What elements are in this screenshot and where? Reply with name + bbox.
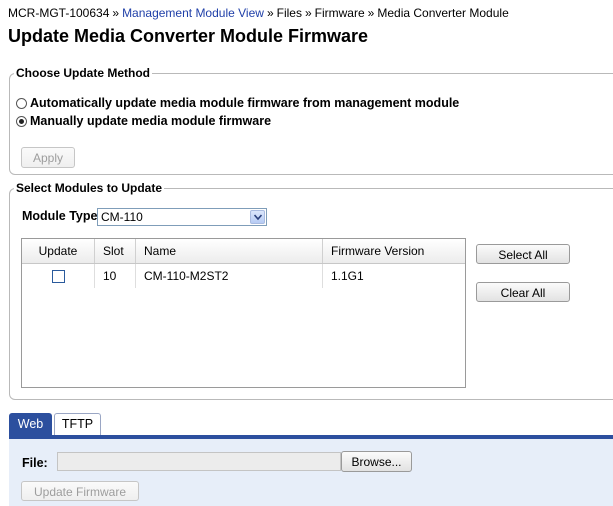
chevron-down-icon[interactable] <box>250 210 265 224</box>
breadcrumb-management-module-view-link[interactable]: Management Module View <box>122 6 264 20</box>
breadcrumb-firmware: Firmware <box>314 6 365 20</box>
breadcrumb-separator: » <box>266 6 274 20</box>
column-header-firmware-version[interactable]: Firmware Version <box>322 239 465 264</box>
breadcrumb-device: MCR-MGT-100634 <box>8 6 110 20</box>
page-title: Update Media Converter Module Firmware <box>8 26 369 46</box>
file-label: File: <box>22 456 48 470</box>
manual-update-option[interactable]: Manually update media module firmware <box>16 114 271 128</box>
auto-update-label: Automatically update media module firmwa… <box>30 96 460 110</box>
manual-update-radio[interactable] <box>16 115 27 127</box>
auto-update-option[interactable]: Automatically update media module firmwa… <box>16 96 459 110</box>
browse-button[interactable]: Browse... <box>341 451 412 472</box>
modules-legend: Select Modules to Update <box>16 181 163 195</box>
column-header-slot[interactable]: Slot <box>94 239 136 264</box>
tab-web[interactable]: Web <box>9 413 52 435</box>
clear-all-button[interactable]: Clear All <box>476 282 570 302</box>
select-all-button[interactable]: Select All <box>476 244 570 264</box>
table-header-row: Update Slot Name Firmware Version <box>22 239 465 264</box>
firmware-version-cell: 1.1G1 <box>331 269 364 283</box>
module-type-label: Module Type: <box>22 209 102 223</box>
name-cell: CM-110-M2ST2 <box>135 263 323 288</box>
manual-update-label: Manually update media module firmware <box>30 114 272 128</box>
modules-table: Update Slot Name Firmware Version 10 CM-… <box>21 238 466 388</box>
auto-update-radio[interactable] <box>16 97 27 109</box>
table-row: 10 CM-110-M2ST2 1.1G1 <box>22 263 465 288</box>
tab-tftp[interactable]: TFTP <box>54 413 101 435</box>
column-header-name[interactable]: Name <box>135 239 323 264</box>
apply-button[interactable]: Apply <box>21 147 75 168</box>
breadcrumb-files: Files <box>276 6 302 20</box>
breadcrumb: MCR-MGT-100634» Management Module View» Fi… <box>8 6 509 20</box>
breadcrumb-separator: » <box>112 6 120 20</box>
update-checkbox[interactable] <box>51 270 65 284</box>
module-type-value: CM-110 <box>101 210 143 224</box>
breadcrumb-separator: » <box>304 6 312 20</box>
column-header-update[interactable]: Update <box>22 239 95 264</box>
module-type-select[interactable]: CM-110 <box>97 208 267 226</box>
breadcrumb-media-converter-module: Media Converter Module <box>377 6 509 20</box>
update-cell <box>22 263 95 288</box>
file-path-input[interactable] <box>57 452 341 471</box>
update-method-legend: Choose Update Method <box>16 66 150 80</box>
breadcrumb-separator: » <box>367 6 375 20</box>
slot-cell: 10 <box>94 263 136 288</box>
update-firmware-button[interactable]: Update Firmware <box>21 481 139 501</box>
